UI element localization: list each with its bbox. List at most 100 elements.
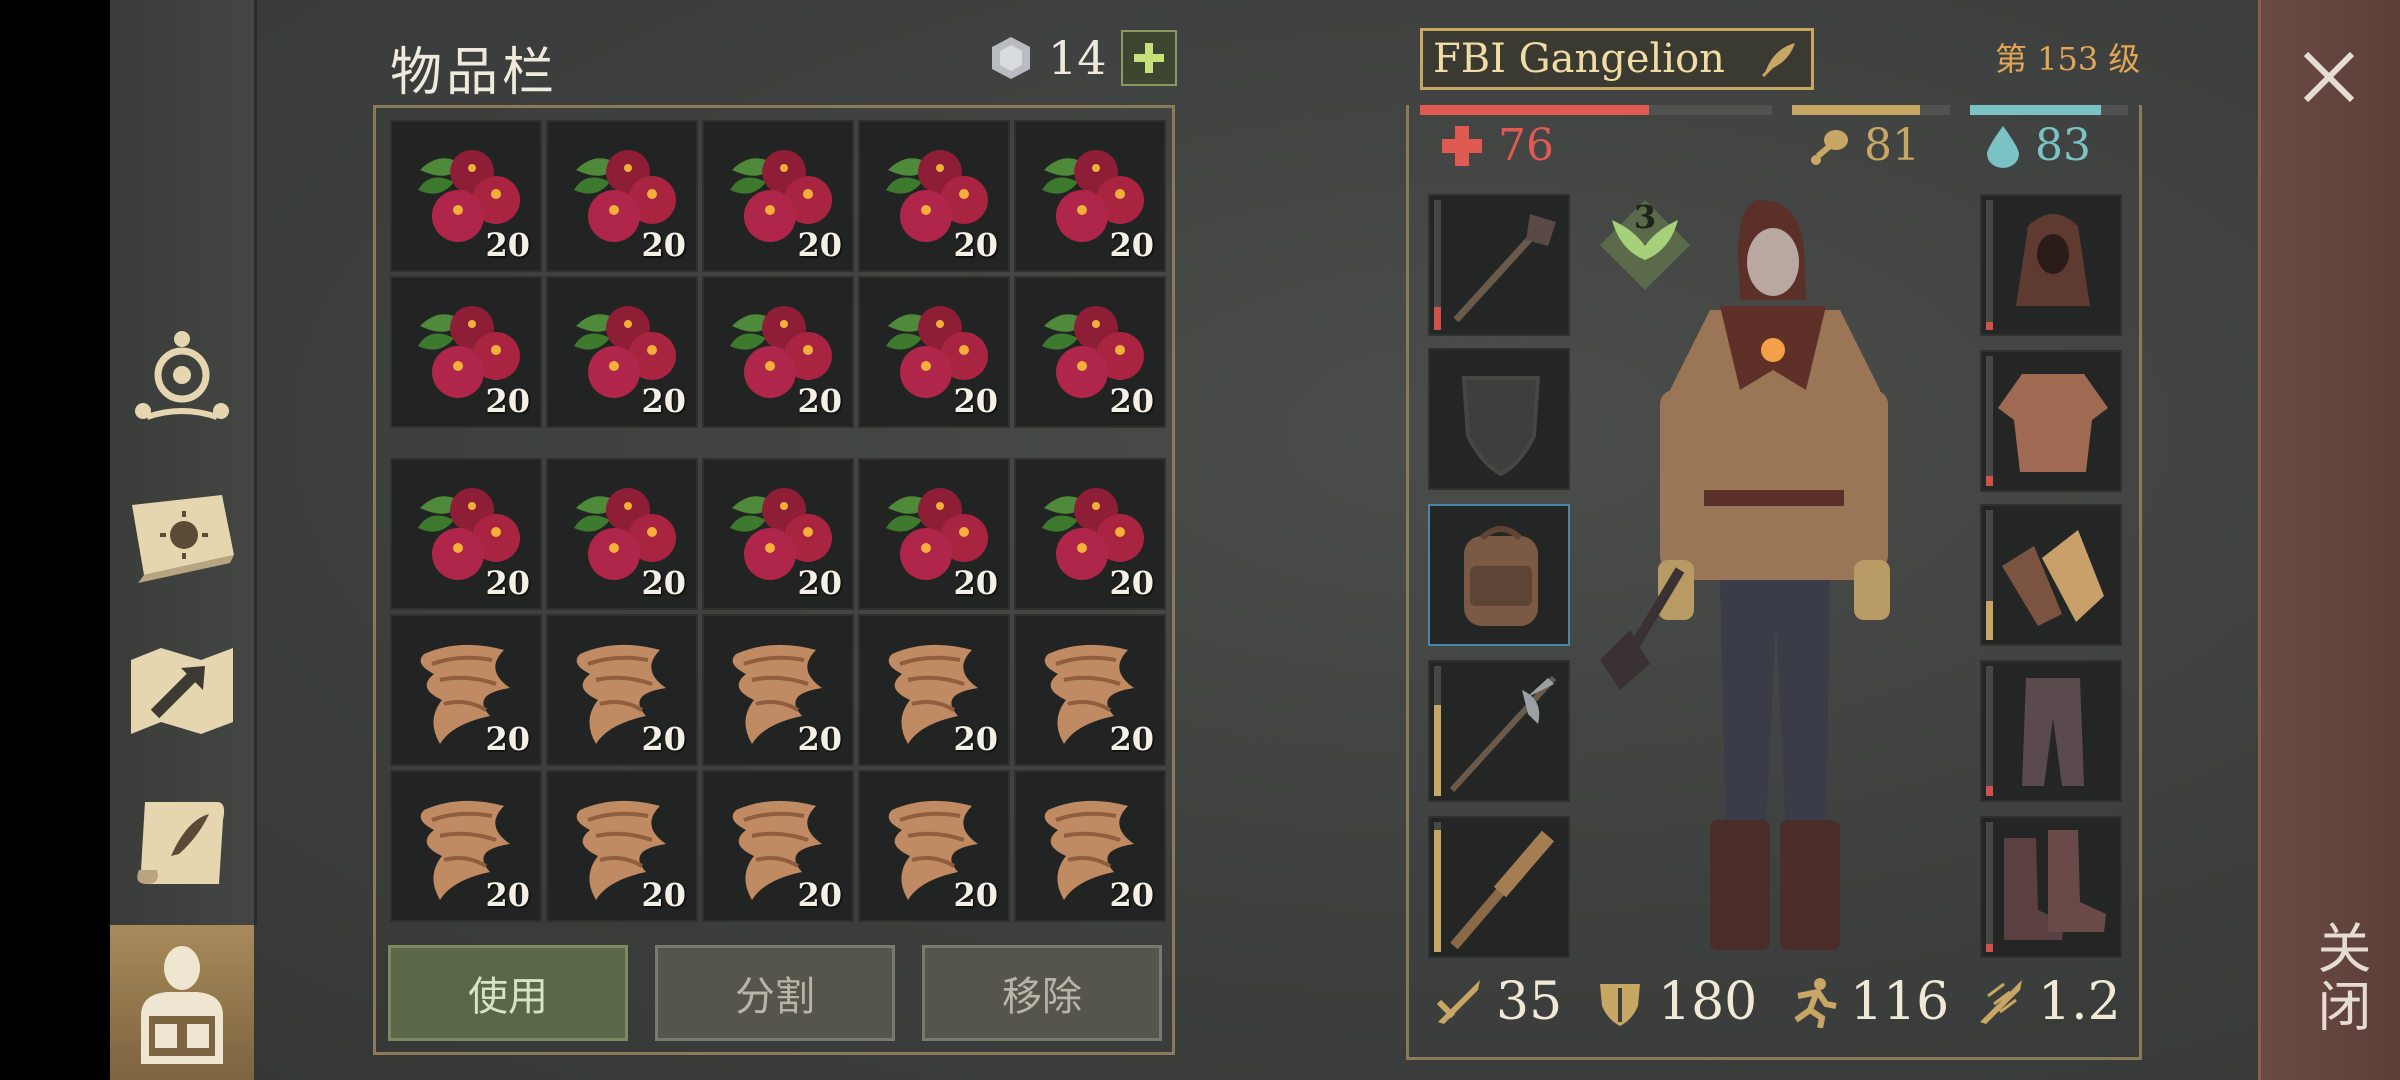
inventory-slot[interactable]: 20	[546, 770, 698, 922]
inventory-slot[interactable]: 20	[546, 276, 698, 428]
padded-jacket-icon	[1998, 374, 2108, 472]
equipment-slot-weapon-3[interactable]	[1428, 816, 1570, 958]
boots-icon	[2004, 830, 2106, 940]
durability-level	[1434, 306, 1441, 330]
attack-speed-stat: 1.2	[1974, 972, 2121, 1032]
inventory-slot[interactable]: 20	[546, 120, 698, 272]
inventory-slot[interactable]: 20	[702, 614, 854, 766]
split-button[interactable]: 分割	[655, 945, 895, 1041]
durability-bar	[1434, 666, 1441, 796]
equipment-slot-shield[interactable]	[1428, 348, 1570, 490]
inventory-slot[interactable]: 20	[390, 120, 542, 272]
currency-count: 14	[1048, 31, 1107, 85]
attack-speed-icon	[1980, 980, 2022, 1024]
defense-stat: 180	[1594, 972, 1757, 1032]
durability-level	[1986, 944, 1993, 952]
close-panel[interactable]	[2258, 0, 2400, 1080]
health-stat: 76	[1440, 120, 1554, 171]
item-quantity: 20	[641, 720, 686, 758]
equipment-slot-body[interactable]	[1980, 350, 2122, 492]
map-icon	[130, 648, 233, 734]
inventory-slot[interactable]: 20	[702, 458, 854, 610]
food-drumstick-icon	[1811, 129, 1848, 165]
equipment-slot-legs[interactable]	[1980, 660, 2122, 802]
use-button[interactable]: 使用	[388, 945, 628, 1041]
character-name-box[interactable]: FBI Gangelion	[1420, 28, 1814, 90]
durability-level	[1434, 705, 1441, 796]
item-quantity: 20	[953, 226, 998, 264]
inventory-slot[interactable]: 20	[702, 770, 854, 922]
inventory-slot[interactable]: 20	[1014, 120, 1166, 272]
remove-button[interactable]: 移除	[922, 945, 1162, 1041]
close-label[interactable]: 关闭	[2300, 920, 2379, 1036]
quest-scroll-icon	[137, 802, 225, 884]
attack-value: 35	[1496, 972, 1563, 1032]
water-stat: 83	[1985, 120, 2091, 171]
water-bar	[1970, 105, 2128, 115]
gloves-icon	[2002, 530, 2104, 626]
speed-value: 116	[1850, 972, 1950, 1032]
nav-clan-button[interactable]	[110, 310, 254, 450]
inventory-slot[interactable]: 20	[1014, 276, 1166, 428]
close-icon[interactable]	[2298, 46, 2360, 108]
water-value: 83	[2035, 120, 2091, 171]
durability-bar	[1986, 510, 1993, 640]
equipment-slot-main-weapon[interactable]	[1428, 194, 1570, 336]
recipes-book-icon	[132, 495, 234, 583]
inventory-slot[interactable]: 20	[390, 458, 542, 610]
inventory-slot[interactable]: 20	[858, 120, 1010, 272]
attack-sword-icon	[1436, 980, 1480, 1024]
character-model	[1600, 200, 1890, 950]
inventory-slot[interactable]: 20	[702, 276, 854, 428]
inventory-slot[interactable]: 20	[546, 458, 698, 610]
equipment-slot-head[interactable]	[1980, 194, 2122, 336]
inventory-slot[interactable]: 20	[1014, 770, 1166, 922]
attack-speed-value: 1.2	[2038, 972, 2121, 1032]
shield-placeholder-icon	[1461, 376, 1541, 477]
defense-shield-icon	[1600, 984, 1640, 1026]
equipment-slot-weapon-2[interactable]	[1428, 660, 1570, 802]
inventory-slot[interactable]: 20	[858, 770, 1010, 922]
item-quantity: 20	[1109, 564, 1154, 602]
durability-level	[1986, 601, 1993, 640]
inventory-slot[interactable]: 20	[1014, 458, 1166, 610]
health-bar	[1420, 105, 1772, 115]
halberd-icon	[1449, 675, 1557, 793]
add-currency-button[interactable]	[1120, 30, 1177, 86]
nav-map-button[interactable]	[110, 620, 254, 760]
speed-runner-icon	[1794, 978, 1837, 1028]
item-quantity: 20	[797, 226, 842, 264]
spiked-club-icon	[1450, 830, 1555, 950]
water-drop-icon	[1987, 125, 2019, 168]
inventory-slot[interactable]: 20	[702, 120, 854, 272]
defense-value: 180	[1658, 972, 1758, 1032]
item-quantity: 20	[641, 226, 686, 264]
nav-recipes-button[interactable]	[110, 465, 254, 605]
speed-stat: 116	[1786, 972, 1949, 1032]
food-bar	[1792, 105, 1950, 115]
inventory-slot[interactable]: 20	[390, 276, 542, 428]
inventory-slot[interactable]: 20	[390, 614, 542, 766]
durability-bar	[1986, 822, 1993, 952]
nav-quests-button[interactable]	[110, 775, 254, 915]
hood-icon	[2016, 214, 2090, 306]
inventory-slot[interactable]: 20	[1014, 614, 1166, 766]
inventory-slot[interactable]: 20	[858, 458, 1010, 610]
currency-display: 14	[988, 30, 1177, 86]
inventory-slot[interactable]: 20	[546, 614, 698, 766]
food-stat: 81	[1810, 120, 1920, 171]
equipment-slot-backpack[interactable]	[1428, 504, 1570, 646]
item-quantity: 20	[641, 382, 686, 420]
item-quantity: 20	[797, 720, 842, 758]
item-quantity: 20	[485, 720, 530, 758]
durability-level	[1434, 829, 1441, 952]
inventory-slot[interactable]: 20	[858, 614, 1010, 766]
inventory-slot[interactable]: 20	[858, 276, 1010, 428]
equipment-slot-hands[interactable]	[1980, 504, 2122, 646]
inventory-slot[interactable]: 20	[390, 770, 542, 922]
mace-icon	[1453, 214, 1556, 323]
equipment-slot-feet[interactable]	[1980, 816, 2122, 958]
character-name: FBI Gangelion	[1433, 36, 1725, 82]
character-level: 第 153 级	[1995, 40, 2141, 78]
nav-character-button[interactable]	[110, 925, 254, 1080]
